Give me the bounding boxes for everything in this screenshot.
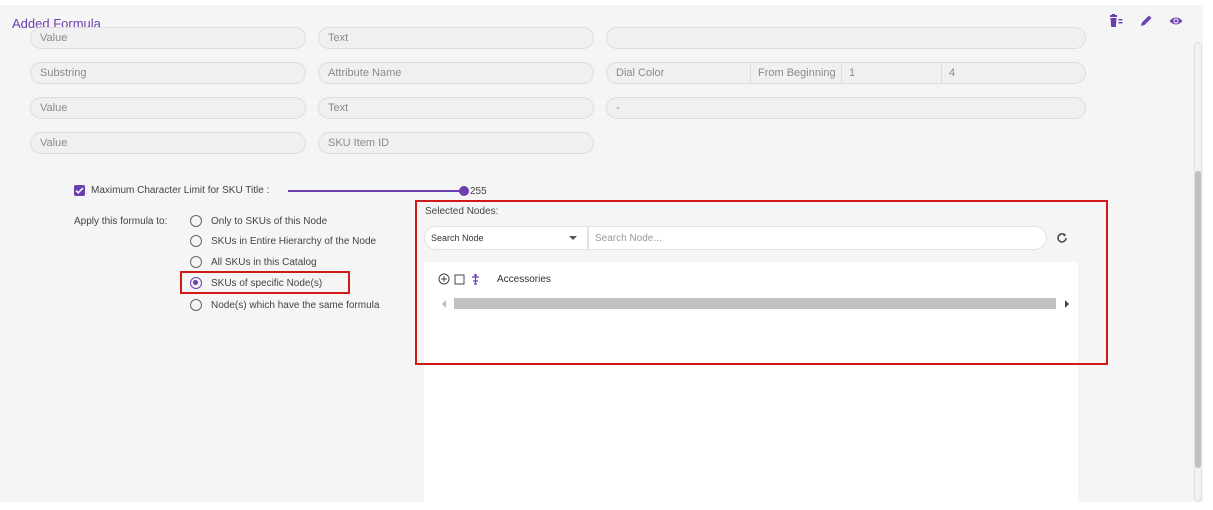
radio-circle: [190, 215, 202, 227]
highlight-box-radio: [180, 271, 350, 294]
edit-icon[interactable]: [1139, 14, 1153, 28]
formula-row-2-value-field[interactable]: Substring: [30, 62, 306, 84]
eye-icon[interactable]: [1169, 14, 1183, 28]
header-actions: [1109, 14, 1183, 28]
highlight-box-selected-nodes: [415, 200, 1108, 365]
radio-only-this-node[interactable]: Only to SKUs of this Node: [190, 215, 327, 227]
radio-label: Only to SKUs of this Node: [211, 215, 328, 227]
radio-label: Node(s) which have the same formula: [211, 299, 380, 311]
radio-same-formula-nodes[interactable]: Node(s) which have the same formula: [190, 299, 379, 311]
max-char-slider-track[interactable]: [288, 190, 462, 192]
radio-circle: [190, 235, 202, 247]
formula-row-1-input-field[interactable]: [606, 27, 1086, 49]
radio-label: All SKUs in this Catalog: [211, 256, 317, 268]
formula-row-4-value-field[interactable]: Value: [30, 132, 306, 154]
max-char-label: Maximum Character Limit for SKU Title :: [91, 185, 270, 196]
cell-divider: [941, 63, 942, 83]
scroll-thumb[interactable]: [1195, 171, 1201, 468]
formula-row-3-input-field[interactable]: -: [606, 97, 1086, 119]
added-formula-panel: Added Formula Value Text Substring Attri…: [0, 5, 1203, 502]
substring-attribute-cell[interactable]: Dial Color: [616, 63, 664, 83]
substring-mode-cell[interactable]: From Beginning: [758, 63, 836, 83]
max-char-value: 255: [470, 186, 487, 197]
formula-row-4-type-field[interactable]: SKU Item ID: [318, 132, 594, 154]
radio-circle: [190, 299, 202, 311]
radio-all-skus-catalog[interactable]: All SKUs in this Catalog: [190, 256, 317, 268]
formula-row-1-value-field[interactable]: Value: [30, 27, 306, 49]
substring-length-cell[interactable]: 4: [949, 63, 955, 83]
vertical-scrollbar[interactable]: [1194, 42, 1202, 502]
radio-circle: [190, 256, 202, 268]
max-char-slider-handle[interactable]: [459, 186, 469, 196]
radio-entire-hierarchy[interactable]: SKUs in Entire Hierarchy of the Node: [190, 235, 376, 247]
formula-row-3-type-field[interactable]: Text: [318, 97, 594, 119]
formula-row-3-value-field[interactable]: Value: [30, 97, 306, 119]
formula-row-2-substring-group: Dial Color From Beginning 1 4: [606, 62, 1086, 84]
radio-label: SKUs in Entire Hierarchy of the Node: [211, 235, 377, 247]
formula-row-2-type-field[interactable]: Attribute Name: [318, 62, 594, 84]
formula-row-1-type-field[interactable]: Text: [318, 27, 594, 49]
max-char-checkbox[interactable]: [74, 185, 85, 196]
cell-divider: [750, 63, 751, 83]
apply-formula-label: Apply this formula to:: [74, 216, 168, 227]
substring-start-cell[interactable]: 1: [849, 63, 855, 83]
delete-icon[interactable]: [1109, 14, 1123, 28]
cell-divider: [841, 63, 842, 83]
